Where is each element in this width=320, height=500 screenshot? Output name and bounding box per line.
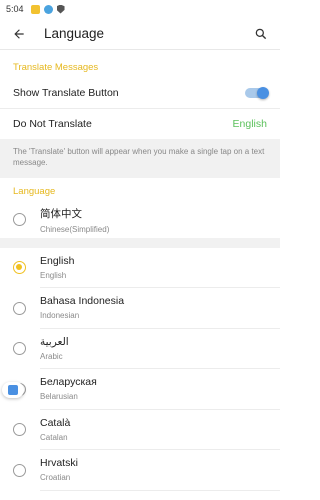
translate-info-text: The 'Translate' button will appear when …: [0, 139, 280, 178]
language-section-header: Language: [13, 185, 56, 197]
do-not-translate-label: Do Not Translate: [13, 118, 92, 130]
language-name: Bahasa Indonesia: [40, 295, 125, 308]
radio-button[interactable]: [13, 463, 26, 477]
translate-section-header: Translate Messages: [13, 62, 99, 73]
search-button[interactable]: [250, 23, 272, 45]
language-name: العربية: [40, 335, 69, 348]
radio-button[interactable]: [13, 342, 26, 356]
toggle-knob: [257, 87, 269, 99]
back-button[interactable]: [8, 23, 30, 45]
language-item[interactable]: Беларуская Belarusian: [0, 369, 280, 410]
shield-icon: [56, 4, 65, 14]
language-name: 简体中文: [40, 207, 82, 220]
radio-button-selected[interactable]: [13, 261, 26, 275]
language-name: English: [40, 254, 75, 267]
download-icon: [43, 4, 53, 14]
radio-button[interactable]: [13, 423, 26, 437]
radio-button[interactable]: [13, 301, 26, 315]
page-title: Language: [44, 26, 105, 41]
floating-translate-widget[interactable]: [2, 382, 24, 398]
show-translate-button-row[interactable]: Show Translate Button: [0, 78, 280, 108]
language-item[interactable]: Català Catalan: [0, 410, 280, 451]
status-time: 5:04: [6, 4, 24, 14]
language-item-pinned[interactable]: 简体中文 Chinese(Simplified): [0, 202, 280, 238]
language-name: Hrvatski: [40, 457, 78, 470]
language-subtitle: Arabic: [40, 351, 63, 361]
language-subtitle: Chinese(Simplified): [40, 224, 110, 234]
language-item[interactable]: Bahasa Indonesia Indonesian: [0, 288, 280, 329]
do-not-translate-row[interactable]: Do Not Translate English: [0, 109, 280, 139]
language-item[interactable]: English English: [0, 248, 280, 289]
language-name: Беларуская: [40, 376, 97, 389]
language-subtitle: Belarusian: [40, 392, 78, 402]
language-item[interactable]: Hrvatski Croatian: [0, 450, 280, 491]
status-bar: 5:04: [0, 0, 280, 18]
language-item[interactable]: العربية Arabic: [0, 329, 280, 370]
language-subtitle: Catalan: [40, 432, 68, 442]
translate-icon: [8, 385, 18, 395]
search-icon: [255, 28, 267, 39]
arrow-left-icon: [14, 28, 24, 39]
language-subtitle: English: [40, 270, 67, 280]
language-name: Català: [40, 416, 71, 429]
radio-button[interactable]: [13, 213, 26, 227]
language-subtitle: Indonesian: [40, 311, 80, 321]
do-not-translate-value: English: [232, 118, 267, 130]
notification-icon: [30, 4, 40, 14]
language-subtitle: Croatian: [40, 473, 71, 483]
section-separator: [0, 237, 280, 248]
app-bar: Language: [0, 18, 280, 50]
show-translate-button-label: Show Translate Button: [13, 87, 119, 99]
show-translate-button-toggle[interactable]: [245, 87, 269, 99]
